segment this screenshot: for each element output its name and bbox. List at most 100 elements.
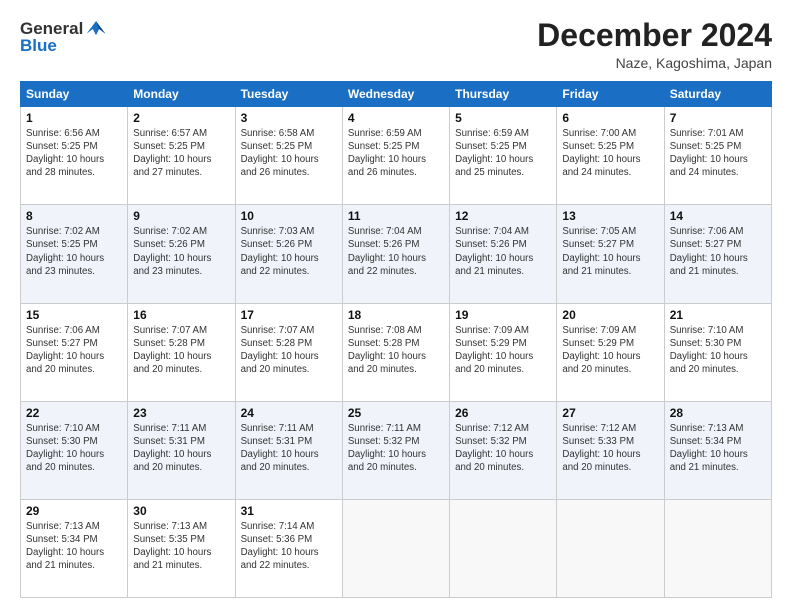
- day-number: 10: [241, 209, 337, 223]
- day-info: Sunrise: 6:56 AMSunset: 5:25 PMDaylight:…: [26, 127, 122, 179]
- table-row: 8Sunrise: 7:02 AMSunset: 5:25 PMDaylight…: [21, 205, 128, 303]
- day-number: 25: [348, 406, 444, 420]
- day-info: Sunrise: 7:09 AMSunset: 5:29 PMDaylight:…: [455, 324, 551, 376]
- table-row: 31 Sunrise: 7:14 AMSunset: 5:36 PMDayligh…: [235, 499, 342, 597]
- day-number: 17: [241, 308, 337, 322]
- table-row: 12 Sunrise: 7:04 AMSunset: 5:26 PMDayligh…: [450, 205, 557, 303]
- table-row: 26 Sunrise: 7:12 AMSunset: 5:32 PMDayligh…: [450, 401, 557, 499]
- day-info: Sunrise: 6:58 AMSunset: 5:25 PMDaylight:…: [241, 127, 337, 179]
- table-row: [664, 499, 771, 597]
- day-number: 29: [26, 504, 122, 518]
- day-info: Sunrise: 7:04 AMSunset: 5:26 PMDaylight:…: [348, 225, 444, 277]
- day-number: 5: [455, 111, 551, 125]
- title-block: December 2024 Naze, Kagoshima, Japan: [537, 18, 772, 71]
- day-number: 3: [241, 111, 337, 125]
- week-row-5: 29 Sunrise: 7:13 AMSunset: 5:34 PMDayligh…: [21, 499, 772, 597]
- day-number: 26: [455, 406, 551, 420]
- table-row: 9Sunrise: 7:02 AMSunset: 5:26 PMDaylight…: [128, 205, 235, 303]
- day-number: 8: [26, 209, 122, 223]
- week-row-4: 22 Sunrise: 7:10 AMSunset: 5:30 PMDayligh…: [21, 401, 772, 499]
- day-info: Sunrise: 7:11 AMSunset: 5:32 PMDaylight:…: [348, 422, 444, 474]
- table-row: 4 Sunrise: 6:59 AMSunset: 5:25 PMDaylight…: [342, 107, 449, 205]
- day-info: Sunrise: 7:10 AMSunset: 5:30 PMDaylight:…: [670, 324, 766, 376]
- day-info: Sunrise: 7:14 AMSunset: 5:36 PMDaylight:…: [241, 520, 337, 572]
- header-sunday: Sunday: [21, 82, 128, 107]
- header-tuesday: Tuesday: [235, 82, 342, 107]
- table-row: 17 Sunrise: 7:07 AMSunset: 5:28 PMDayligh…: [235, 303, 342, 401]
- day-number: 16: [133, 308, 229, 322]
- day-info: Sunrise: 7:02 AMSunset: 5:26 PMDaylight:…: [133, 225, 229, 277]
- table-row: 13Sunrise: 7:05 AMSunset: 5:27 PMDayligh…: [557, 205, 664, 303]
- day-number: 12: [455, 209, 551, 223]
- day-number: 22: [26, 406, 122, 420]
- table-row: 30 Sunrise: 7:13 AMSunset: 5:35 PMDayligh…: [128, 499, 235, 597]
- day-number: 30: [133, 504, 229, 518]
- day-number: 20: [562, 308, 658, 322]
- day-number: 2: [133, 111, 229, 125]
- day-info: Sunrise: 7:04 AMSunset: 5:26 PMDaylight:…: [455, 225, 551, 277]
- day-number: 4: [348, 111, 444, 125]
- table-row: 16Sunrise: 7:07 AMSunset: 5:28 PMDayligh…: [128, 303, 235, 401]
- table-row: 22 Sunrise: 7:10 AMSunset: 5:30 PMDayligh…: [21, 401, 128, 499]
- day-info: Sunrise: 6:59 AMSunset: 5:25 PMDaylight:…: [455, 127, 551, 179]
- day-number: 7: [670, 111, 766, 125]
- header-monday: Monday: [128, 82, 235, 107]
- day-info: Sunrise: 7:12 AMSunset: 5:32 PMDaylight:…: [455, 422, 551, 474]
- day-number: 31: [241, 504, 337, 518]
- table-row: [342, 499, 449, 597]
- logo-bird-icon: [85, 18, 107, 40]
- table-row: 2 Sunrise: 6:57 AMSunset: 5:25 PMDaylight…: [128, 107, 235, 205]
- table-row: 5 Sunrise: 6:59 AMSunset: 5:25 PMDaylight…: [450, 107, 557, 205]
- day-number: 27: [562, 406, 658, 420]
- day-info: Sunrise: 7:05 AMSunset: 5:27 PMDaylight:…: [562, 225, 658, 277]
- table-row: 27 Sunrise: 7:12 AMSunset: 5:33 PMDayligh…: [557, 401, 664, 499]
- table-row: 24Sunrise: 7:11 AMSunset: 5:31 PMDayligh…: [235, 401, 342, 499]
- day-info: Sunrise: 6:59 AMSunset: 5:25 PMDaylight:…: [348, 127, 444, 179]
- table-row: 10 Sunrise: 7:03 AMSunset: 5:26 PMDayligh…: [235, 205, 342, 303]
- day-info: Sunrise: 7:08 AMSunset: 5:28 PMDaylight:…: [348, 324, 444, 376]
- day-number: 6: [562, 111, 658, 125]
- day-info: Sunrise: 7:13 AMSunset: 5:35 PMDaylight:…: [133, 520, 229, 572]
- day-number: 19: [455, 308, 551, 322]
- table-row: [450, 499, 557, 597]
- day-info: Sunrise: 6:57 AMSunset: 5:25 PMDaylight:…: [133, 127, 229, 179]
- table-row: 18Sunrise: 7:08 AMSunset: 5:28 PMDayligh…: [342, 303, 449, 401]
- table-row: 29 Sunrise: 7:13 AMSunset: 5:34 PMDayligh…: [21, 499, 128, 597]
- table-row: 15 Sunrise: 7:06 AMSunset: 5:27 PMDayligh…: [21, 303, 128, 401]
- day-number: 11: [348, 209, 444, 223]
- week-row-1: 1 Sunrise: 6:56 AMSunset: 5:25 PMDaylight…: [21, 107, 772, 205]
- day-number: 23: [133, 406, 229, 420]
- table-row: 19 Sunrise: 7:09 AMSunset: 5:29 PMDayligh…: [450, 303, 557, 401]
- header-thursday: Thursday: [450, 82, 557, 107]
- day-info: Sunrise: 7:06 AMSunset: 5:27 PMDaylight:…: [670, 225, 766, 277]
- day-info: Sunrise: 7:07 AMSunset: 5:28 PMDaylight:…: [241, 324, 337, 376]
- day-number: 24: [241, 406, 337, 420]
- day-info: Sunrise: 7:01 AMSunset: 5:25 PMDaylight:…: [670, 127, 766, 179]
- day-info: Sunrise: 7:00 AMSunset: 5:25 PMDaylight:…: [562, 127, 658, 179]
- header-friday: Friday: [557, 82, 664, 107]
- logo-blue-text: Blue: [20, 36, 57, 56]
- day-info: Sunrise: 7:03 AMSunset: 5:26 PMDaylight:…: [241, 225, 337, 277]
- table-row: [557, 499, 664, 597]
- day-info: Sunrise: 7:06 AMSunset: 5:27 PMDaylight:…: [26, 324, 122, 376]
- day-info: Sunrise: 7:13 AMSunset: 5:34 PMDaylight:…: [670, 422, 766, 474]
- day-info: Sunrise: 7:12 AMSunset: 5:33 PMDaylight:…: [562, 422, 658, 474]
- table-row: 14 Sunrise: 7:06 AMSunset: 5:27 PMDayligh…: [664, 205, 771, 303]
- table-row: 3 Sunrise: 6:58 AMSunset: 5:25 PMDaylight…: [235, 107, 342, 205]
- weekday-header-row: Sunday Monday Tuesday Wednesday Thursday…: [21, 82, 772, 107]
- calendar-table: Sunday Monday Tuesday Wednesday Thursday…: [20, 81, 772, 598]
- day-number: 15: [26, 308, 122, 322]
- table-row: 28 Sunrise: 7:13 AMSunset: 5:34 PMDayligh…: [664, 401, 771, 499]
- day-info: Sunrise: 7:13 AMSunset: 5:34 PMDaylight:…: [26, 520, 122, 572]
- table-row: 25 Sunrise: 7:11 AMSunset: 5:32 PMDayligh…: [342, 401, 449, 499]
- header-wednesday: Wednesday: [342, 82, 449, 107]
- day-info: Sunrise: 7:10 AMSunset: 5:30 PMDaylight:…: [26, 422, 122, 474]
- week-row-2: 8Sunrise: 7:02 AMSunset: 5:25 PMDaylight…: [21, 205, 772, 303]
- day-number: 28: [670, 406, 766, 420]
- day-number: 21: [670, 308, 766, 322]
- table-row: 11 Sunrise: 7:04 AMSunset: 5:26 PMDayligh…: [342, 205, 449, 303]
- table-row: 6 Sunrise: 7:00 AMSunset: 5:25 PMDaylight…: [557, 107, 664, 205]
- week-row-3: 15 Sunrise: 7:06 AMSunset: 5:27 PMDayligh…: [21, 303, 772, 401]
- day-number: 1: [26, 111, 122, 125]
- day-number: 14: [670, 209, 766, 223]
